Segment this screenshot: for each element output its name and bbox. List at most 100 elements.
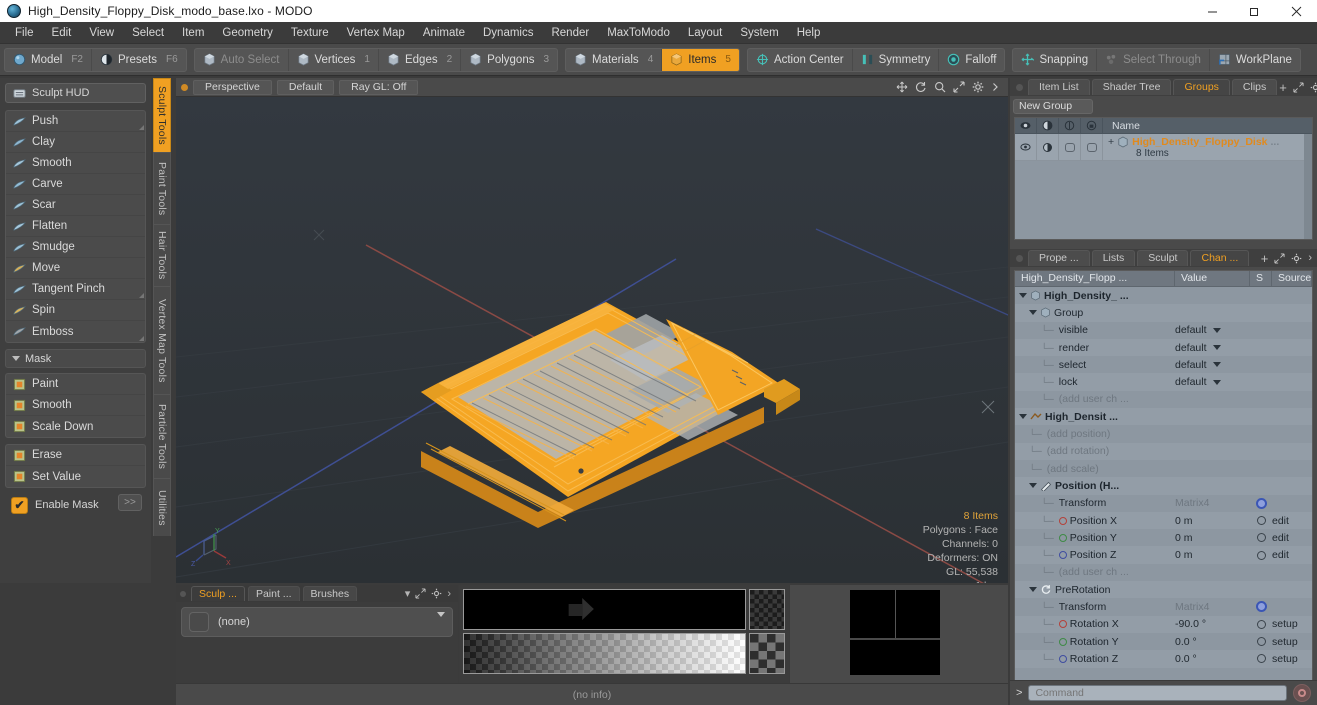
sculpt-tool-scar[interactable]: Scar: [6, 195, 145, 216]
channel-value-cell[interactable]: Matrix4: [1175, 601, 1250, 613]
toolbar-button-falloff[interactable]: Falloff: [939, 49, 1004, 71]
channels-tab-3[interactable]: Chan ...: [1190, 250, 1250, 266]
sculpt-tool-carve[interactable]: Carve: [6, 174, 145, 195]
channel-s-cell[interactable]: [1250, 654, 1272, 664]
menu-item-view[interactable]: View: [80, 22, 123, 44]
channel-value-cell[interactable]: 0 m: [1175, 532, 1250, 544]
channel-value-cell[interactable]: 0.0 °: [1175, 653, 1250, 665]
brush-tab-0[interactable]: Sculp ...: [191, 586, 245, 601]
vertical-tab-paint-tools[interactable]: Paint Tools: [153, 152, 171, 224]
channel-row[interactable]: PreRotation: [1015, 581, 1312, 599]
enable-mask-checkbox[interactable]: ✔: [11, 496, 28, 514]
toolbar-button-items[interactable]: Items 5: [662, 48, 739, 71]
move-icon[interactable]: [896, 81, 908, 93]
panel-menu-dot-icon[interactable]: [1016, 254, 1023, 262]
toolbar-button-presets[interactable]: Presets F6: [92, 49, 186, 71]
mask-tool-set-value[interactable]: Set Value: [6, 466, 145, 487]
brush-tab-1[interactable]: Paint ...: [247, 586, 300, 601]
chevron-down-icon[interactable]: [1212, 327, 1221, 333]
value-ramp-thumbnail[interactable]: [749, 633, 785, 674]
channel-row[interactable]: └─ Transform Matrix4: [1015, 495, 1312, 512]
menu-item-layout[interactable]: Layout: [679, 22, 732, 44]
channel-state-circle-icon[interactable]: [1256, 619, 1266, 629]
channel-row[interactable]: └─ Position X 0 m edit: [1015, 511, 1312, 530]
panel-menu-dot-icon[interactable]: [180, 590, 186, 597]
add-tab-icon[interactable]: +: [1261, 251, 1269, 266]
chevron-right-icon[interactable]: ›: [447, 588, 451, 600]
channel-value-cell[interactable]: default: [1175, 324, 1250, 336]
groups-tab-1[interactable]: Shader Tree: [1091, 79, 1172, 95]
channel-s-cell[interactable]: [1250, 637, 1272, 647]
expand-triangle-icon[interactable]: [1029, 310, 1037, 316]
fit-view-icon[interactable]: [953, 81, 965, 93]
menu-item-vertex-map[interactable]: Vertex Map: [338, 22, 414, 44]
channel-row[interactable]: High_Density_ ...: [1015, 287, 1312, 304]
render-icon[interactable]: [1037, 117, 1059, 134]
rotate-icon[interactable]: [915, 81, 927, 93]
toolbar-button-materials[interactable]: Materials 4: [566, 48, 663, 71]
channel-row[interactable]: └─ Rotation X -90.0 ° setup: [1015, 615, 1312, 633]
groups-row[interactable]: + High_Density_Floppy_Disk... 8 Items: [1015, 134, 1312, 161]
channel-state-circle-icon[interactable]: [1256, 533, 1266, 543]
channel-s-cell[interactable]: [1250, 516, 1272, 525]
groups-tab-0[interactable]: Item List: [1028, 79, 1090, 95]
value-ramp-display[interactable]: [463, 633, 746, 674]
chevron-down-icon[interactable]: [1212, 345, 1221, 351]
channel-row[interactable]: └─ (add scale): [1015, 460, 1312, 477]
menu-item-geometry[interactable]: Geometry: [213, 22, 282, 44]
channels-tab-0[interactable]: Prope ...: [1028, 250, 1090, 266]
channel-state-circle-icon[interactable]: [1256, 516, 1266, 525]
sculpt-tool-flatten[interactable]: Flatten: [6, 216, 145, 237]
vertical-tab-hair-tools[interactable]: Hair Tools: [153, 224, 171, 286]
sculpt-tool-clay[interactable]: Clay: [6, 132, 145, 153]
menu-item-render[interactable]: Render: [542, 22, 598, 44]
zoom-icon[interactable]: [934, 81, 946, 93]
view-mode-button[interactable]: Perspective: [193, 79, 272, 95]
brush-preview-canvas[interactable]: [850, 590, 940, 675]
row-render-toggle[interactable]: [1037, 134, 1059, 160]
menu-item-dynamics[interactable]: Dynamics: [474, 22, 542, 44]
panel-menu-dot-icon[interactable]: [1016, 83, 1023, 91]
brush-selector[interactable]: (none): [181, 607, 453, 637]
chevron-right-icon[interactable]: [991, 81, 999, 93]
channel-source-cell[interactable]: edit: [1272, 515, 1312, 527]
sculpt-tool-smooth[interactable]: Smooth: [6, 153, 145, 174]
menu-item-file[interactable]: File: [6, 22, 43, 44]
gear-icon[interactable]: [1310, 82, 1317, 93]
sculpt-tool-emboss[interactable]: Emboss: [6, 321, 145, 342]
channel-s-cell[interactable]: [1250, 619, 1272, 629]
mask-tool-smooth[interactable]: Smooth: [6, 395, 145, 416]
toolbar-button-select-through[interactable]: Select Through: [1097, 48, 1210, 71]
mask-tool-scale-down[interactable]: Scale Down: [6, 416, 145, 437]
gear-icon[interactable]: [1291, 253, 1302, 264]
channel-row[interactable]: └─ Rotation Y 0.0 ° setup: [1015, 633, 1312, 650]
toolbar-button-action-center[interactable]: Action Center: [748, 48, 853, 71]
channel-value-cell[interactable]: 0.0 °: [1175, 636, 1250, 648]
channel-source-cell[interactable]: setup: [1272, 618, 1312, 630]
channel-source-cell[interactable]: edit: [1272, 532, 1312, 544]
channel-s-cell[interactable]: [1250, 550, 1272, 560]
toolbar-button-workplane[interactable]: WorkPlane: [1210, 49, 1300, 71]
groups-list-scrollbar[interactable]: [1304, 134, 1312, 239]
channel-value-cell[interactable]: 0 m: [1175, 549, 1250, 561]
channel-row[interactable]: └─ (add rotation): [1015, 442, 1312, 460]
sculpt-tool-spin[interactable]: Spin: [6, 300, 145, 321]
channel-row[interactable]: Position (H...: [1015, 477, 1312, 495]
channel-row[interactable]: └─ select default: [1015, 356, 1312, 373]
channel-row[interactable]: └─ Rotation Z 0.0 ° setup: [1015, 650, 1312, 668]
lock-icon[interactable]: [1081, 117, 1103, 134]
select-icon[interactable]: [1059, 117, 1081, 134]
add-tab-icon[interactable]: +: [1279, 80, 1287, 95]
eye-icon[interactable]: [1015, 117, 1037, 134]
channels-tab-1[interactable]: Lists: [1091, 250, 1136, 266]
new-group-button[interactable]: New Group: [1013, 99, 1093, 114]
menu-item-animate[interactable]: Animate: [414, 22, 474, 44]
expand-icon[interactable]: [415, 588, 426, 599]
channel-state-circle-icon[interactable]: [1256, 654, 1266, 664]
chevron-down-icon[interactable]: [1212, 379, 1221, 385]
tool-options-corner-icon[interactable]: [139, 336, 144, 341]
chevron-down-icon[interactable]: [437, 612, 445, 617]
toolbar-button-auto-select[interactable]: Auto Select: [195, 48, 289, 71]
gear-icon[interactable]: [972, 81, 984, 93]
toolbar-button-snapping[interactable]: Snapping: [1013, 48, 1098, 71]
